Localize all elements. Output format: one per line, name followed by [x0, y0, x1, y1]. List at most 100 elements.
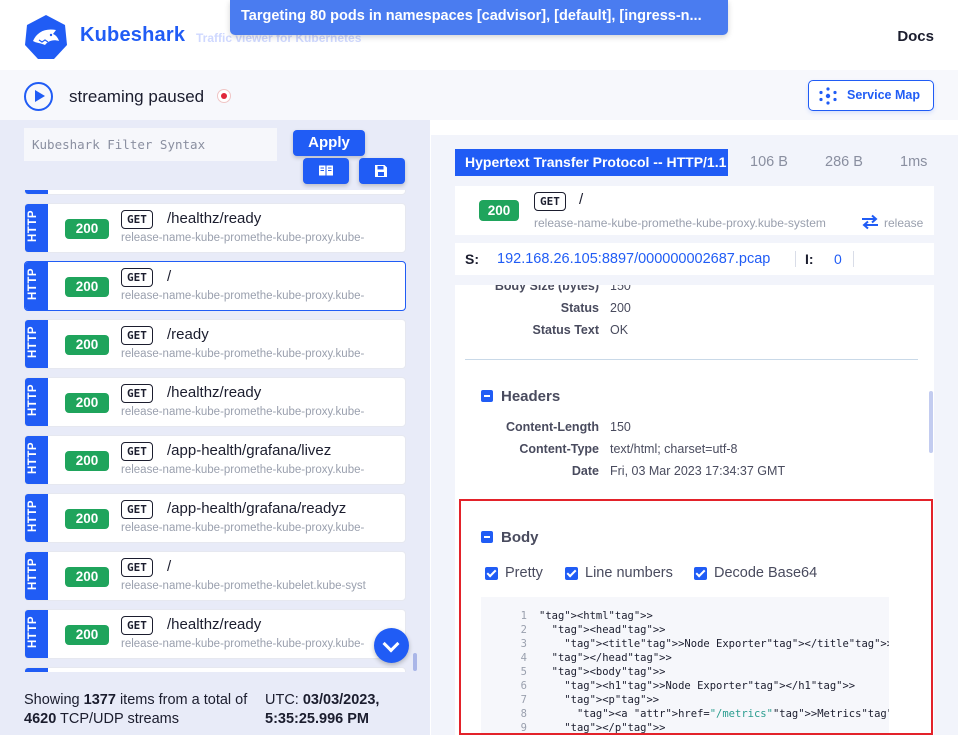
index-label: I: — [805, 251, 814, 267]
header-field-row: Date Fri, 03 Mar 2023 17:34:37 GMT — [455, 464, 915, 482]
apply-button[interactable]: Apply — [293, 130, 365, 156]
list-item[interactable]: HTTP 200 GET/ready release-name-kube-promet… — [24, 319, 406, 369]
stream-status: streaming paused — [69, 87, 205, 106]
traffic-list-panel: Kubeshark Filter Syntax Apply HTTP 200 GET… — [0, 120, 430, 735]
protocol-badge: HTTP — [25, 552, 48, 600]
method-badge[interactable]: GET — [121, 616, 153, 635]
protocol-badge — [25, 668, 48, 672]
method-badge[interactable]: GET — [121, 268, 153, 287]
header-value[interactable]: text/html; charset=utf-8 — [610, 442, 737, 456]
swap-arrows-icon — [862, 214, 878, 230]
save-icon — [375, 165, 387, 177]
list-item[interactable]: HTTP 200 GET / release-name-kube-promethe-ku… — [24, 551, 406, 601]
list-item[interactable]: HTTP 200 GET/healthz/ready release-name-kub… — [24, 609, 406, 659]
source-name[interactable]: release-name-kube-promethe-kube-proxy.ku… — [121, 464, 364, 476]
method-badge[interactable]: GET — [121, 326, 153, 345]
request-path[interactable]: / — [167, 268, 171, 285]
source-name[interactable]: release-name-kube-promethe-kube-proxy.ku… — [121, 348, 364, 360]
source-name[interactable]: release-name-kube-promethe-kube-proxy.ku… — [121, 232, 364, 244]
headers-title[interactable]: Headers — [501, 388, 560, 405]
status-badge[interactable]: 200 — [65, 335, 109, 355]
request-path[interactable]: / — [167, 558, 171, 575]
request-path[interactable]: / — [579, 191, 583, 208]
destination-name[interactable]: release — [884, 216, 923, 230]
recording-indicator-icon — [217, 89, 231, 103]
header-value[interactable]: Fri, 03 Mar 2023 17:34:37 GMT — [610, 464, 785, 478]
request-path[interactable]: /healthz/ready — [167, 616, 261, 633]
protocol-label: HTTP — [27, 325, 39, 358]
method-badge[interactable]: GET — [121, 442, 153, 461]
list-item[interactable]: HTTP 200 GET/healthz/ready release-name-kub… — [24, 203, 406, 253]
top-bar: Kubeshark Traffic viewer for Kubernetes … — [0, 0, 958, 70]
request-path[interactable]: /ready — [167, 326, 209, 343]
list-scrollbar[interactable] — [413, 653, 417, 671]
status-badge[interactable]: 200 — [65, 567, 109, 587]
protocol-badge: HTTP — [25, 610, 48, 658]
field-key: Status Text — [532, 323, 599, 337]
method-badge[interactable]: GET — [534, 192, 566, 211]
field-key: Body Size (bytes) — [494, 285, 599, 293]
protocol-badge: HTTP — [25, 204, 48, 252]
save-filter-button[interactable] — [359, 158, 405, 184]
status-badge[interactable]: 200 — [65, 393, 109, 413]
field-value[interactable]: 150 — [610, 285, 631, 293]
source-name[interactable]: release-name-kube-promethe-kube-proxy.ku… — [121, 522, 364, 534]
protocol-badge: HTTP — [25, 320, 48, 368]
source-label: S: — [465, 251, 479, 267]
source-name[interactable]: release-name-kube-promethe-kube-proxy.ku… — [121, 290, 364, 302]
filter-docs-button[interactable] — [303, 158, 349, 184]
request-path[interactable]: /app-health/grafana/livez — [167, 442, 331, 459]
protocol-label: HTTP — [27, 209, 39, 242]
list-item[interactable] — [24, 667, 406, 672]
field-value[interactable]: 200 — [610, 301, 631, 315]
body-section-highlight — [459, 499, 933, 735]
entry-summary-card: 200 GET / release-name-kube-promethe-kub… — [455, 186, 934, 235]
service-map-label: Service Map — [847, 88, 920, 102]
list-item[interactable]: HTTP 200 GET/app-health/grafana/livez relea… — [24, 435, 406, 485]
status-badge[interactable]: 200 — [65, 509, 109, 529]
list-item[interactable]: HTTP 200 GET / release-name-kube-promethe-ku… — [24, 261, 406, 311]
status-badge[interactable]: 200 — [65, 219, 109, 239]
pcap-file-link[interactable]: 192.168.26.105:8897/000000002687.pcap — [497, 243, 770, 275]
source-name[interactable]: release-name-kube-promethe-kube-proxy.ku… — [121, 406, 364, 418]
method-badge[interactable]: GET — [121, 500, 153, 519]
scroll-down-icon[interactable] — [374, 628, 409, 663]
protocol-label: HTTP — [27, 383, 39, 416]
header-value[interactable]: 150 — [610, 420, 631, 434]
source-name[interactable]: release-name-kube-promethe-kube-proxy.ku… — [121, 638, 364, 650]
service-map-icon — [819, 87, 837, 105]
method-badge[interactable]: GET — [121, 384, 153, 403]
list-item[interactable] — [24, 190, 406, 195]
status-badge[interactable]: 200 — [479, 200, 519, 221]
docs-link[interactable]: Docs — [897, 28, 934, 45]
field-value[interactable]: OK — [610, 323, 628, 337]
protocol-label: HTTP — [27, 615, 39, 648]
play-icon[interactable] — [24, 82, 53, 111]
header-key: Content-Type — [519, 442, 599, 456]
field-key: Status — [560, 301, 599, 315]
method-badge[interactable]: GET — [121, 558, 153, 577]
status-badge[interactable]: 200 — [65, 625, 109, 645]
source-name[interactable]: release-name-kube-promethe-kube-proxy.ku… — [534, 216, 826, 230]
service-map-button[interactable]: Service Map — [808, 80, 934, 111]
protocol-banner: Hypertext Transfer Protocol -- HTTP/1.1 — [455, 149, 728, 176]
kubeshark-logo-icon[interactable] — [23, 14, 69, 60]
list-item[interactable]: HTTP 200 GET/app-health/grafana/readyz rele… — [24, 493, 406, 543]
status-badge[interactable]: 200 — [65, 277, 109, 297]
request-path[interactable]: /healthz/ready — [167, 384, 261, 401]
traffic-list[interactable]: HTTP 200 GET/healthz/ready release-name-kub… — [24, 190, 406, 672]
request-path[interactable]: /app-health/grafana/readyz — [167, 500, 346, 517]
status-badge[interactable]: 200 — [65, 451, 109, 471]
list-item[interactable]: HTTP 200 GET/healthz/ready release-name-kub… — [24, 377, 406, 427]
index-value[interactable]: 0 — [834, 243, 842, 275]
filter-input[interactable]: Kubeshark Filter Syntax — [24, 128, 277, 161]
source-name[interactable]: release-name-kube-promethe-kubelet.kube-… — [121, 580, 366, 592]
collapse-headers-icon[interactable] — [481, 390, 493, 402]
protocol-label: HTTP — [27, 267, 39, 300]
header-field-row: Content-Type text/html; charset=utf-8 — [455, 442, 915, 460]
detail-scrollbar[interactable] — [929, 391, 933, 453]
request-path[interactable]: /healthz/ready — [167, 210, 261, 227]
header-key: Date — [571, 464, 599, 478]
method-badge[interactable]: GET — [121, 210, 153, 229]
targeting-notification: Targeting 80 pods in namespaces [cadviso… — [230, 0, 728, 35]
